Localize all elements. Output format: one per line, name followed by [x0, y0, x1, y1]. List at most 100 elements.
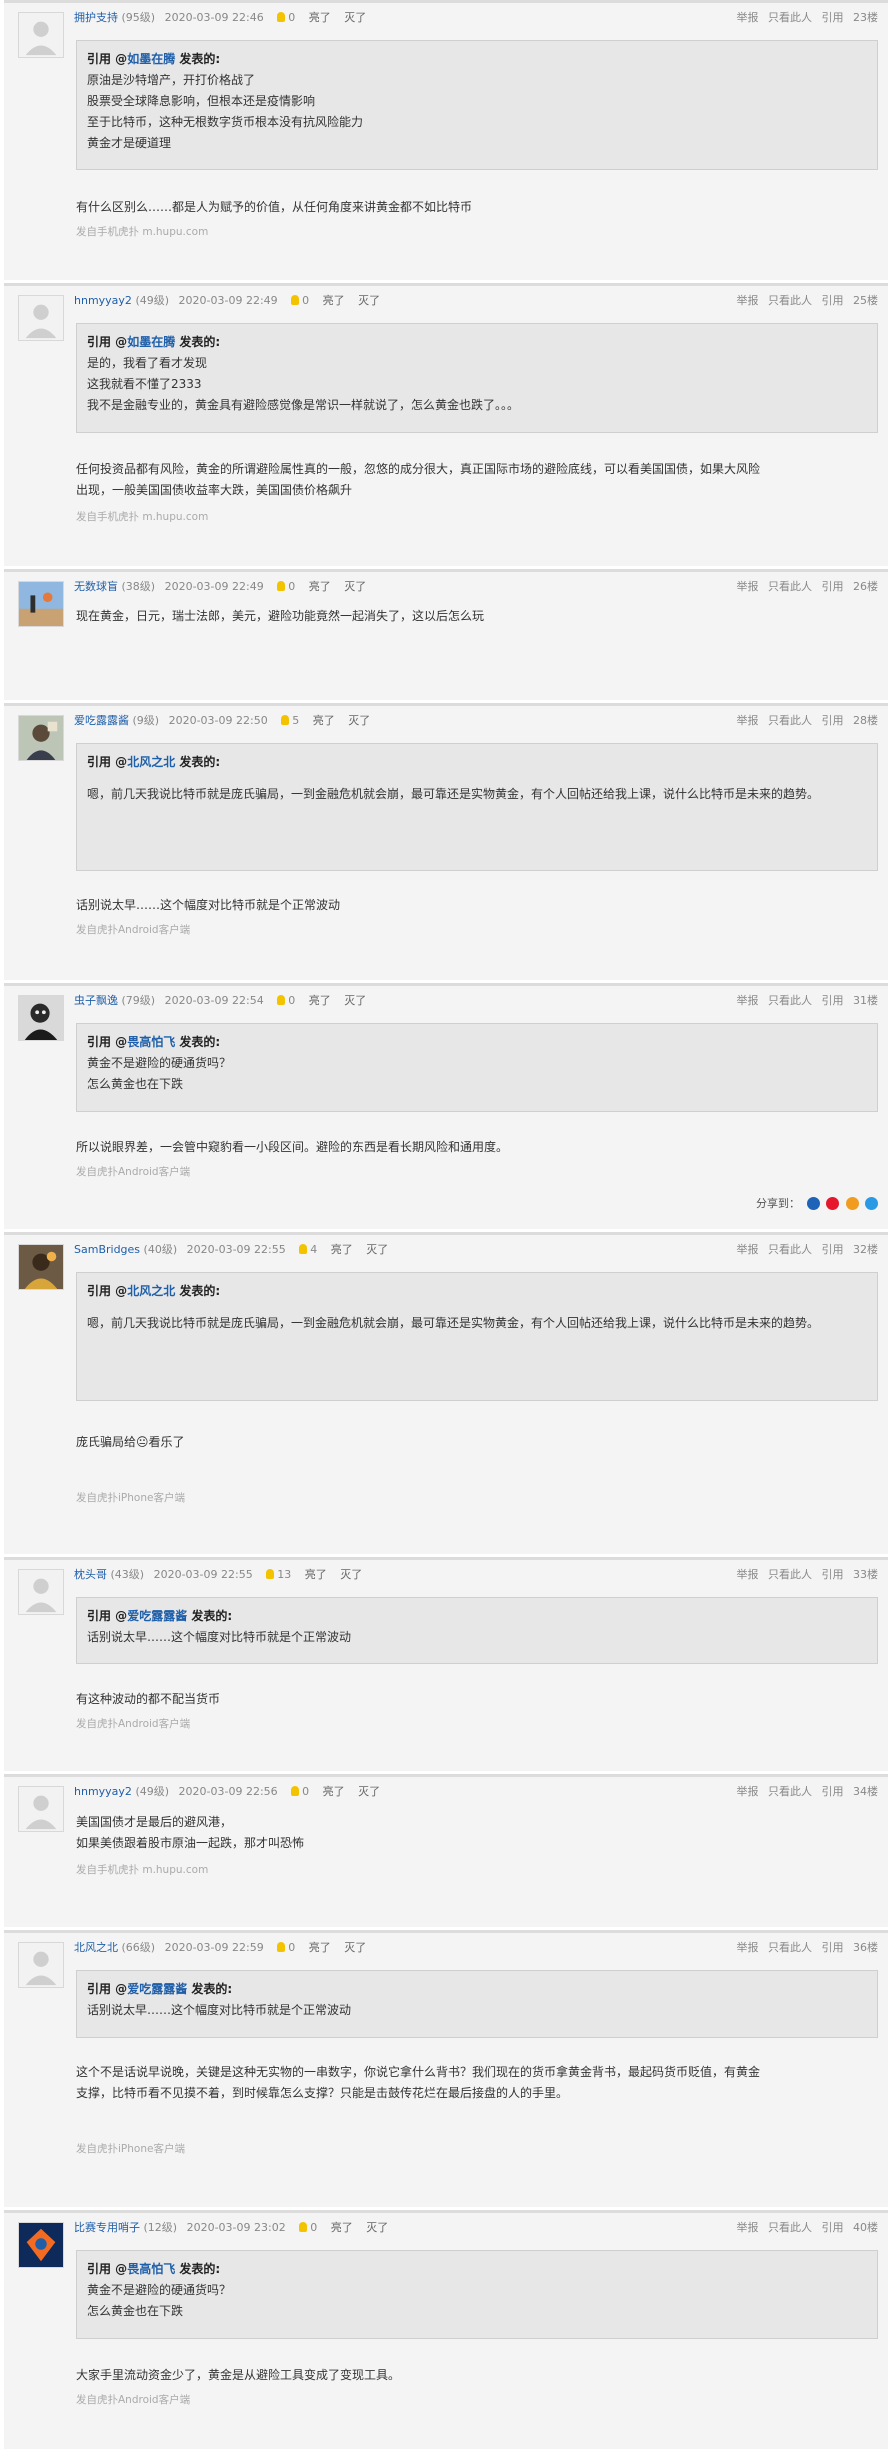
quote-link[interactable]: 引用	[822, 994, 844, 1007]
username-link[interactable]: hnmyyay2	[74, 294, 132, 307]
quoted-user-link[interactable]: 北风之北	[127, 1284, 175, 1298]
report-link[interactable]: 举报	[737, 580, 759, 593]
report-link[interactable]: 举报	[737, 994, 759, 1007]
post-source[interactable]: 发自手机虎扑 m.hupu.com	[76, 1862, 208, 1877]
light-button[interactable]: 亮了	[309, 1941, 331, 1954]
post-time: 2020-03-09 22:59	[164, 1941, 264, 1954]
quote-link[interactable]: 引用	[822, 294, 844, 307]
username-link[interactable]: 无数球盲	[74, 580, 118, 593]
username-link[interactable]: 拥护支持	[74, 11, 118, 24]
light-button[interactable]: 亮了	[323, 1785, 345, 1798]
report-link[interactable]: 举报	[737, 1941, 759, 1954]
light-button[interactable]: 亮了	[313, 714, 335, 727]
light-button[interactable]: 亮了	[309, 994, 331, 1007]
username-link[interactable]: 北风之北	[74, 1941, 118, 1954]
floor-number: 40楼	[853, 2221, 878, 2234]
only-this-user-link[interactable]: 只看此人	[768, 11, 812, 24]
username-link[interactable]: 枕头哥	[74, 1568, 107, 1581]
avatar[interactable]	[18, 12, 64, 58]
avatar[interactable]	[18, 2222, 64, 2268]
dark-button[interactable]: 灭了	[340, 1568, 362, 1581]
light-button[interactable]: 亮了	[309, 580, 331, 593]
quoted-user-link[interactable]: 畏高怕飞	[127, 2262, 175, 2276]
avatar[interactable]	[18, 1569, 64, 1615]
douban-icon[interactable]	[845, 1197, 859, 1210]
avatar[interactable]	[18, 995, 64, 1041]
username-link[interactable]: 爱吃露露酱	[74, 714, 129, 727]
post-source[interactable]: 发自虎扑Android客户端	[76, 2392, 190, 2407]
quote-link[interactable]: 引用	[822, 1568, 844, 1581]
user-level: (49级)	[135, 294, 170, 307]
only-this-user-link[interactable]: 只看此人	[768, 580, 812, 593]
username-link[interactable]: 比赛专用哨子	[74, 2221, 140, 2234]
dark-button[interactable]: 灭了	[348, 714, 370, 727]
only-this-user-link[interactable]: 只看此人	[768, 1941, 812, 1954]
light-button[interactable]: 亮了	[331, 2221, 353, 2234]
only-this-user-link[interactable]: 只看此人	[768, 994, 812, 1007]
light-button[interactable]: 亮了	[323, 294, 345, 307]
avatar[interactable]	[18, 715, 64, 761]
report-link[interactable]: 举报	[737, 2221, 759, 2234]
quoted-user-link[interactable]: 如墨在腾	[127, 335, 175, 349]
avatar[interactable]	[18, 1244, 64, 1290]
report-link[interactable]: 举报	[737, 294, 759, 307]
post-source[interactable]: 发自虎扑Android客户端	[76, 922, 190, 937]
post-source[interactable]: 发自虎扑iPhone客户端	[76, 2141, 185, 2156]
post-source[interactable]: 发自虎扑iPhone客户端	[76, 1490, 185, 1505]
post-meta: 拥护支持 (95级) 2020-03-09 22:46 0 亮了 灭了 举报 只…	[74, 10, 878, 26]
username-link[interactable]: hnmyyay2	[74, 1785, 132, 1798]
only-this-user-link[interactable]: 只看此人	[768, 1243, 812, 1256]
dark-button[interactable]: 灭了	[358, 294, 380, 307]
only-this-user-link[interactable]: 只看此人	[768, 1785, 812, 1798]
report-link[interactable]: 举报	[737, 1243, 759, 1256]
quote-link[interactable]: 引用	[822, 580, 844, 593]
dark-button[interactable]: 灭了	[344, 11, 366, 24]
post-source[interactable]: 发自虎扑Android客户端	[76, 1164, 190, 1179]
quoted-user-link[interactable]: 北风之北	[127, 755, 175, 769]
dark-button[interactable]: 灭了	[366, 1243, 388, 1256]
avatar[interactable]	[18, 1786, 64, 1832]
post-meta: 北风之北 (66级) 2020-03-09 22:59 0 亮了 灭了 举报 只…	[74, 1940, 878, 1956]
quote-link[interactable]: 引用	[822, 714, 844, 727]
quote-link[interactable]: 引用	[822, 1243, 844, 1256]
quote-link[interactable]: 引用	[822, 11, 844, 24]
report-link[interactable]: 举报	[737, 714, 759, 727]
dark-button[interactable]: 灭了	[344, 580, 366, 593]
quote-link[interactable]: 引用	[822, 2221, 844, 2234]
report-link[interactable]: 举报	[737, 1568, 759, 1581]
dark-button[interactable]: 灭了	[344, 1941, 366, 1954]
dark-button[interactable]: 灭了	[358, 1785, 380, 1798]
qq-icon[interactable]	[865, 1197, 878, 1210]
post-source[interactable]: 发自手机虎扑 m.hupu.com	[76, 224, 208, 239]
light-button[interactable]: 亮了	[305, 1568, 327, 1581]
only-this-user-link[interactable]: 只看此人	[768, 294, 812, 307]
post-source[interactable]: 发自手机虎扑 m.hupu.com	[76, 509, 208, 524]
only-this-user-link[interactable]: 只看此人	[768, 2221, 812, 2234]
post-source[interactable]: 发自虎扑Android客户端	[76, 1716, 190, 1731]
post-body: 任何投资品都有风险，黄金的所谓避险属性真的一般，忽悠的成分很大，真正国际市场的避…	[76, 459, 874, 501]
dark-button[interactable]: 灭了	[344, 994, 366, 1007]
avatar[interactable]	[18, 1942, 64, 1988]
quoted-user-link[interactable]: 如墨在腾	[127, 52, 175, 66]
report-link[interactable]: 举报	[737, 11, 759, 24]
quoted-user-link[interactable]: 爱吃露露酱	[127, 1982, 187, 1996]
post-time: 2020-03-09 22:46	[164, 11, 264, 24]
dark-button[interactable]: 灭了	[366, 2221, 388, 2234]
quote-link[interactable]: 引用	[822, 1941, 844, 1954]
username-link[interactable]: 虫子飘逸	[74, 994, 118, 1007]
renren-icon[interactable]	[806, 1197, 820, 1210]
only-this-user-link[interactable]: 只看此人	[768, 1568, 812, 1581]
quoted-user-link[interactable]: 畏高怕飞	[127, 1035, 175, 1049]
username-link[interactable]: SamBridges	[74, 1243, 140, 1256]
report-link[interactable]: 举报	[737, 1785, 759, 1798]
light-button[interactable]: 亮了	[309, 11, 331, 24]
only-this-user-link[interactable]: 只看此人	[768, 714, 812, 727]
weibo-icon[interactable]	[826, 1197, 839, 1210]
quote-link[interactable]: 引用	[822, 1785, 844, 1798]
avatar[interactable]	[18, 295, 64, 341]
light-button[interactable]: 亮了	[331, 1243, 353, 1256]
user-level: (43级)	[110, 1568, 145, 1581]
quoted-user-link[interactable]: 爱吃露露酱	[127, 1609, 187, 1623]
avatar[interactable]	[18, 581, 64, 627]
post-meta: 枕头哥 (43级) 2020-03-09 22:55 13 亮了 灭了 举报 只…	[74, 1567, 878, 1583]
